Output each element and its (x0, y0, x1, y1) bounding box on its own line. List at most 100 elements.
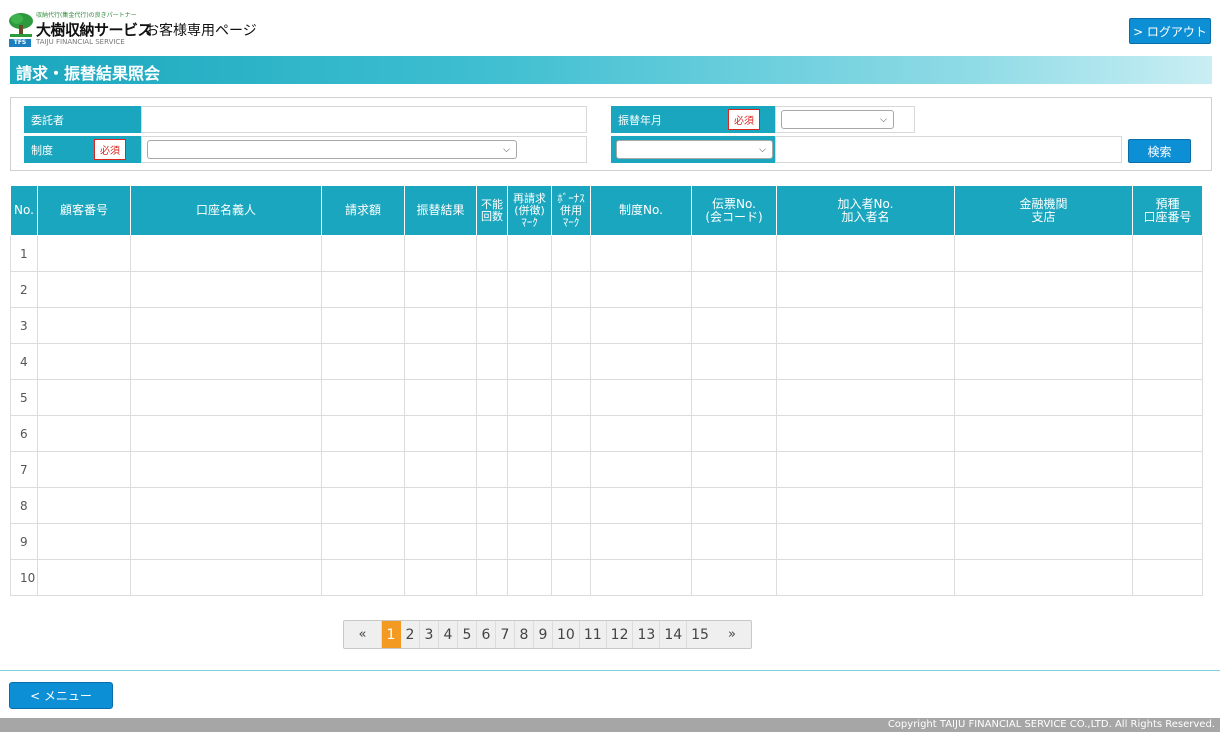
logo-tagline: 収納代行(集金代行)の良きパートナー (36, 12, 137, 19)
table-row: 10 (10, 559, 1203, 596)
table-cell (130, 379, 322, 416)
furikae-month-select[interactable]: ⌵ (616, 140, 773, 159)
pagination-page[interactable]: 12 (607, 621, 634, 648)
menu-button[interactable]: < メニュー (9, 682, 113, 709)
table-cell (1132, 343, 1203, 380)
row-number: 6 (10, 415, 38, 452)
header-no: No. (10, 185, 38, 236)
pagination-page[interactable]: 6 (477, 621, 496, 648)
table-row: 2 (10, 271, 1203, 308)
table-cell (590, 271, 692, 308)
pagination-page[interactable]: 11 (580, 621, 607, 648)
results-table: No. 顧客番号 口座名義人 請求額 振替結果 不能 回数 再請求 (併徴) ﾏｰｸ … (10, 185, 1203, 596)
table-cell (507, 307, 552, 344)
pagination-pages: 1 2 3 4 5 6 7 8 9 10 11 12 13 14 15 (382, 621, 713, 648)
table-row: 9 (10, 523, 1203, 560)
seido-required-badge: 必須 (94, 139, 126, 160)
table-cell (130, 559, 322, 596)
table-cell (507, 343, 552, 380)
header: 収納代行(集金代行)の良きパートナー 大樹収納サービス お客様専用ページ TFS… (0, 0, 1220, 52)
row-number: 10 (10, 559, 38, 596)
table-cell (691, 487, 777, 524)
table-row: 6 (10, 415, 1203, 452)
furikae-label-text: 振替年月 (618, 113, 662, 127)
table-cell (691, 235, 777, 272)
header-account-holder: 口座名義人 (130, 185, 322, 236)
table-cell (321, 307, 405, 344)
table-cell (404, 271, 477, 308)
table-cell (590, 307, 692, 344)
table-cell (130, 415, 322, 452)
table-header-row: No. 顧客番号 口座名義人 請求額 振替結果 不能 回数 再請求 (併徴) ﾏｰｸ … (10, 185, 1203, 236)
table-cell (1132, 379, 1203, 416)
table-cell (551, 343, 591, 380)
empty-field-cell (775, 136, 1122, 163)
header-bonus-mark: ﾎﾞｰﾅｽ 併用 ﾏｰｸ (551, 185, 591, 236)
table-cell (551, 415, 591, 452)
table-row: 8 (10, 487, 1203, 524)
pagination-next[interactable]: » (713, 621, 751, 648)
table-cell (130, 307, 322, 344)
table-cell (507, 451, 552, 488)
table-cell (1132, 307, 1203, 344)
chevron-down-icon: ⌵ (503, 144, 510, 155)
table-cell (1132, 523, 1203, 560)
table-cell (954, 235, 1133, 272)
table-cell (476, 487, 508, 524)
pagination-page[interactable]: 10 (553, 621, 580, 648)
table-cell (476, 271, 508, 308)
table-cell (130, 451, 322, 488)
table-cell (954, 307, 1133, 344)
table-cell (1132, 235, 1203, 272)
table-cell (321, 523, 405, 560)
pagination-page[interactable]: 15 (687, 621, 713, 648)
table-cell (130, 235, 322, 272)
table-cell (130, 523, 322, 560)
pagination-page[interactable]: 2 (401, 621, 420, 648)
search-button[interactable]: 検索 (1128, 139, 1191, 163)
table-cell (507, 235, 552, 272)
table-cell (404, 307, 477, 344)
furikae-year-select[interactable]: ⌵ (781, 110, 894, 129)
pagination-page[interactable]: 9 (534, 621, 553, 648)
pagination-page[interactable]: 5 (458, 621, 477, 648)
header-financial-institution: 金融機関 支店 (954, 185, 1133, 236)
table-cell (404, 559, 477, 596)
pagination-page[interactable]: 7 (496, 621, 515, 648)
table-cell (590, 235, 692, 272)
table-cell (476, 523, 508, 560)
seido-select[interactable]: ⌵ (147, 140, 517, 159)
pagination-page[interactable]: 4 (439, 621, 458, 648)
pagination-page[interactable]: 3 (420, 621, 439, 648)
table-cell (507, 523, 552, 560)
table-cell (507, 559, 552, 596)
furikae-required-badge: 必須 (728, 109, 760, 130)
table-cell (130, 271, 322, 308)
table-cell (776, 343, 955, 380)
page-title: 請求・振替結果照会 (16, 64, 161, 83)
table-cell (507, 487, 552, 524)
pagination-prev[interactable]: « (344, 621, 382, 648)
table-cell (404, 523, 477, 560)
pagination-page[interactable]: 14 (660, 621, 688, 648)
table-cell (691, 379, 777, 416)
table-cell (1132, 487, 1203, 524)
table-cell (404, 415, 477, 452)
pagination-page[interactable]: 13 (633, 621, 661, 648)
pagination-page[interactable]: 1 (382, 621, 401, 648)
logout-button[interactable]: > ログアウト (1129, 18, 1211, 44)
table-cell (691, 271, 777, 308)
footer-divider (0, 670, 1220, 671)
table-cell (954, 343, 1133, 380)
table-row: 5 (10, 379, 1203, 416)
pagination-page[interactable]: 8 (515, 621, 534, 648)
table-row: 1 (10, 235, 1203, 272)
title-bar: 請求・振替結果照会 (10, 56, 1212, 84)
table-cell (954, 523, 1133, 560)
table-cell (476, 235, 508, 272)
table-cell (321, 379, 405, 416)
table-cell (37, 235, 131, 272)
table-cell (404, 379, 477, 416)
header-rebilling-mark: 再請求 (併徴) ﾏｰｸ (507, 185, 552, 236)
table-cell (551, 559, 591, 596)
